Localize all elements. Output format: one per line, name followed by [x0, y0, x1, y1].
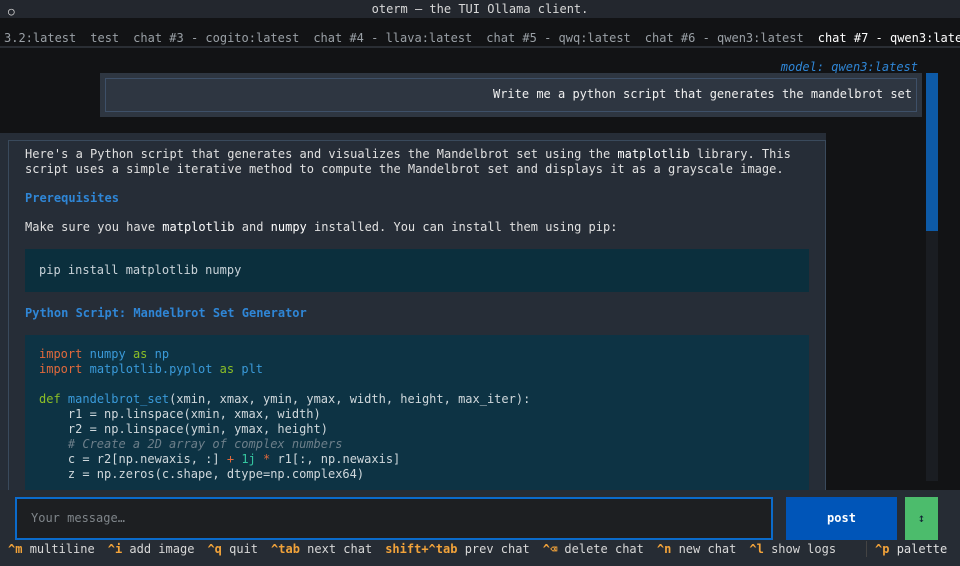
code-token: (xmin, xmax, ymin, ymax, width, height, … — [169, 392, 530, 406]
shortcut-label: new chat — [679, 542, 737, 556]
tab-chat[interactable]: 3.2:latest — [4, 28, 76, 48]
shortcut-label: next chat — [307, 542, 372, 556]
footer-shortcut[interactable]: ^i add image — [108, 542, 195, 556]
chat-tabs: 3.2:latest test chat #3 - cogito:latest cha… — [0, 28, 960, 48]
code-token: def — [39, 392, 61, 406]
code-token — [212, 362, 219, 376]
footer-shortcut[interactable]: shift+^tab prev chat — [385, 542, 530, 556]
heading-python-script: Python Script: Mandelbrot Set Generator — [25, 306, 809, 321]
tab-chat[interactable]: chat #3 - cogito:latest — [133, 28, 299, 48]
window-circle-icon[interactable]: ○ — [8, 3, 15, 21]
intro-text: Here's a Python script that generates an… — [25, 147, 809, 177]
code-line: c = r2[np.newaxis, :] + 1j * r1[:, np.ne… — [39, 452, 795, 467]
code-token — [82, 362, 89, 376]
code-line: z = np.zeros(c.shape, dtype=np.complex64… — [39, 467, 795, 482]
tab-chat[interactable]: chat #7 - qwen3:latest — [818, 28, 960, 48]
code-token — [61, 392, 68, 406]
assistant-message: Here's a Python script that generates an… — [0, 133, 826, 490]
tab-chat[interactable]: chat #4 - llava:latest — [313, 28, 472, 48]
window-title: oterm — the TUI Ollama client. — [372, 2, 589, 16]
code-token: as — [133, 347, 147, 361]
footer-shortcuts: ^m multiline ^i add image ^q quit ^tab next… — [8, 541, 960, 557]
footer-palette[interactable]: ^p palette — [866, 541, 947, 557]
footer-shortcut[interactable]: ^tab next chat — [271, 542, 372, 556]
message-input[interactable]: Your message… — [15, 497, 773, 540]
code-token — [256, 452, 263, 466]
code-line: r1 = np.linspace(xmin, xmax, width) — [39, 407, 795, 422]
shortcut-key: ^tab — [271, 542, 300, 556]
code-line: import numpy as np — [39, 347, 795, 362]
shortcut-key: ^q — [207, 542, 221, 556]
footer-shortcut[interactable]: ^q quit — [207, 542, 258, 556]
post-button[interactable]: post — [786, 497, 897, 540]
title-bar: ○ oterm — the TUI Ollama client. — [0, 0, 960, 18]
user-message: Write me a python script that generates … — [100, 73, 922, 117]
shortcut-key: ^l — [749, 542, 763, 556]
code-line: r2 = np.linspace(ymin, ymax, height) — [39, 422, 795, 437]
shortcut-key: shift+^tab — [385, 542, 457, 556]
code-token: 1j — [241, 452, 255, 466]
code-line: def mandelbrot_set(xmin, xmax, ymin, yma… — [39, 392, 795, 407]
code-token: c = r2[np.newaxis, :] — [39, 452, 227, 466]
code-token: as — [220, 362, 234, 376]
footer-shortcut[interactable]: ^⌫ delete chat — [543, 542, 644, 556]
shortcut-label: show logs — [771, 542, 836, 556]
shortcut-key: ^⌫ — [543, 542, 557, 556]
shortcut-label: prev chat — [465, 542, 530, 556]
model-label: model: qwen3:latest — [781, 60, 918, 74]
shortcut-label: quit — [229, 542, 258, 556]
code-token: z = np.zeros(c.shape, dtype=np.complex64… — [39, 467, 364, 481]
expand-button[interactable]: ↕ — [905, 497, 938, 540]
code-token: + — [227, 452, 234, 466]
code-token — [82, 347, 89, 361]
footer-shortcut[interactable]: ^m multiline — [8, 542, 95, 556]
footer-shortcut[interactable]: ^l show logs — [749, 542, 836, 556]
scrollbar-thumb[interactable] — [926, 73, 938, 231]
code-token: r1 = np.linspace(xmin, xmax, width) — [39, 407, 321, 421]
shortcut-label: palette — [897, 542, 948, 556]
shortcut-key: ^i — [108, 542, 122, 556]
code-token: plt — [241, 362, 263, 376]
code-line — [39, 377, 795, 392]
python-code-block: import numpy as npimport matplotlib.pypl… — [25, 335, 809, 490]
user-message-text: Write me a python script that generates … — [105, 78, 917, 112]
shortcut-label: multiline — [30, 542, 95, 556]
shortcut-key: ^n — [657, 542, 671, 556]
code-token: mandelbrot_set — [68, 392, 169, 406]
shortcut-key: ^m — [8, 542, 22, 556]
tab-chat[interactable]: test — [90, 28, 119, 48]
shortcut-label: add image — [129, 542, 194, 556]
code-line: import matplotlib.pyplot as plt — [39, 362, 795, 377]
code-line: # Create a 2D array of complex numbers — [39, 437, 795, 452]
shortcut-key: ^p — [875, 542, 889, 556]
code-token: numpy — [90, 347, 126, 361]
shortcut-label: delete chat — [564, 542, 643, 556]
code-token: import — [39, 347, 82, 361]
pip-code-block: pip install matplotlib numpy — [25, 249, 809, 292]
tab-chat[interactable]: chat #5 - qwq:latest — [486, 28, 631, 48]
code-token: r2 = np.linspace(ymin, ymax, height) — [39, 422, 328, 436]
code-token: matplotlib.pyplot — [90, 362, 213, 376]
code-token: r1[:, np.newaxis] — [270, 452, 400, 466]
code-token: # Create a 2D array of complex numbers — [39, 437, 342, 451]
heading-prerequisites: Prerequisites — [25, 191, 809, 206]
footer-shortcut[interactable]: ^n new chat — [657, 542, 736, 556]
code-token — [126, 347, 133, 361]
code-token — [147, 347, 154, 361]
prereq-text: Make sure you have matplotlib and numpy … — [25, 220, 809, 235]
tab-chat[interactable]: chat #6 - qwen3:latest — [645, 28, 804, 48]
code-token: import — [39, 362, 82, 376]
code-token: np — [155, 347, 169, 361]
